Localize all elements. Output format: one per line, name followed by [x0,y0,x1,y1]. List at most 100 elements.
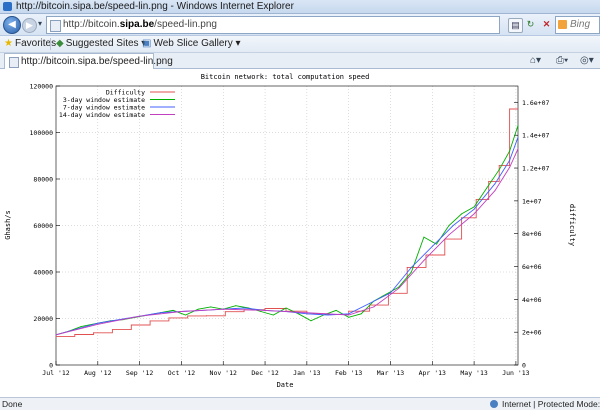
series-point [406,266,408,268]
series-point [498,169,500,171]
x-tick-label: Sep '12 [126,369,153,377]
y-tick-label: 100000 [30,129,54,137]
series-point [498,165,500,167]
y2-tick-label: 1.2e+07 [522,165,549,173]
y-tick-label: 40000 [33,269,53,277]
x-tick-label: May '13 [460,369,487,377]
home-icon[interactable]: ⌂▾ [530,54,541,67]
forward-icon[interactable]: ▶ [22,18,37,33]
y-tick-label: 20000 [33,315,53,323]
series-point [335,309,337,311]
series-point [260,311,262,312]
globe-icon[interactable]: ◎▾ [580,54,594,67]
series-point [80,326,82,328]
status-bar: Done Internet | Protected Mode: On [0,397,600,410]
series-point [93,332,95,334]
url-prefix: http://bitcoin. [63,19,120,30]
series-point [180,311,182,312]
series-point [486,187,488,189]
search-input[interactable]: Bing [555,16,600,34]
x-tick-label: Aug '12 [84,369,111,377]
y2-axis-label: difficulty [568,204,576,246]
back-icon[interactable]: ◀ [3,16,21,34]
web-slice-gallery-button[interactable]: ▣ Web Slice Gallery ▾ [142,36,241,52]
series-line-4 [55,148,519,336]
series-point [448,234,450,236]
series-point [452,225,454,226]
series-point [55,335,57,337]
series-point [423,259,425,261]
series-point [369,302,371,304]
security-zone[interactable]: Internet | Protected Mode: On [502,398,600,410]
url-domain: sipa.be [119,19,155,30]
series-point [410,271,412,273]
web-slice-label: Web Slice Gallery [153,38,233,49]
series-point [461,213,463,215]
series-point [222,308,224,310]
series-point [436,243,437,245]
chevron-down-icon[interactable]: ▾ [38,19,42,28]
x-tick-label: Jan '13 [293,369,320,377]
series-point [187,315,189,317]
page-icon [50,20,61,32]
series-line-3 [55,137,519,336]
stop-icon[interactable]: ✕ [540,18,553,31]
tab-speed-lin[interactable]: http://bitcoin.sipa.be/speed-lin.png [4,53,173,69]
series-point [160,312,161,314]
y2-tick-label: 1.6e+07 [522,99,549,107]
y-tick-label: 0 [49,362,53,370]
bing-icon [558,20,567,29]
series-point [431,245,433,247]
series-point [310,320,312,322]
address-bar: ◀ ▶ ▾ http://bitcoin.sipa.be/speed-lin.p… [0,14,600,36]
series-point [473,213,475,215]
series-point [172,309,174,311]
web-slice-icon: ▣ [142,38,152,49]
title-bar: http://bitcoin.sipa.be/speed-lin.png - W… [0,0,600,14]
tab-bar: http://bitcoin.sipa.be/speed-lin.png ⌂▾ … [0,53,600,69]
series-point [373,306,375,308]
x-tick-label: Jul '12 [42,369,69,377]
series-point [348,310,350,312]
series-point [185,314,187,316]
x-tick-label: Mar '13 [377,369,404,377]
series-point [197,308,199,310]
series-point [448,225,450,226]
series-point [74,334,76,335]
series-point [509,108,511,110]
search-placeholder: Bing [570,19,591,30]
print-icon[interactable]: ⎙▾ [556,54,568,67]
chart-title: Bitcoin network: total computation speed [201,73,370,81]
series-point [272,314,274,316]
series-point [473,208,475,210]
series-point [55,334,57,336]
divider [50,38,51,50]
y-axis-label: Ghash/s [4,210,12,240]
favorites-button[interactable]: ★ Favorites [4,36,56,52]
compatibility-icon[interactable]: ▤ [508,18,523,33]
series-point [224,311,226,313]
series-point [390,292,391,294]
x-tick-label: Feb '13 [335,369,362,377]
status-text: Done [2,399,23,409]
globe-icon [490,400,498,408]
series-point [475,199,477,201]
series-point [488,180,490,182]
series-point [206,315,207,317]
y2-tick-label: 0 [522,362,526,370]
series-point [149,320,151,322]
refresh-icon[interactable]: ↻ [524,18,537,31]
series-point [509,166,511,168]
series-point [97,323,99,325]
series-point [398,287,400,289]
series-point [509,159,511,161]
series-point [235,305,237,307]
series-point [264,309,266,311]
suggested-sites-button[interactable]: ◆ Suggested Sites ▾ [56,36,146,52]
y-tick-label: 120000 [30,83,54,91]
url-input[interactable]: http://bitcoin.sipa.be/speed-lin.png [46,16,500,34]
x-tick-label: Oct '12 [168,369,195,377]
chart: Bitcoin network: total computation speed… [4,73,576,389]
x-tick-label: Nov '12 [210,369,237,377]
series-point [494,183,496,185]
